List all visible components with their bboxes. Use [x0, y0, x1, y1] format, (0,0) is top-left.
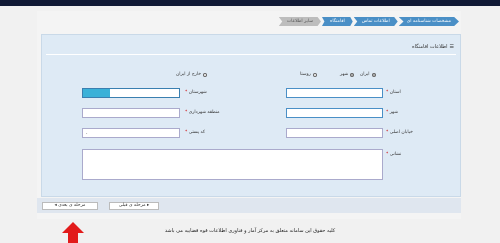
- municipal-zone-label: * منطقه شهرداری: [185, 110, 220, 115]
- province-select[interactable]: [286, 88, 383, 98]
- address-label: * نشانی: [386, 152, 402, 157]
- wizard-tabs: مشخصات شناسنامه ای اطلاعات تماس اقامتگاه…: [278, 17, 459, 26]
- main-street-label: * خیابان اصلی: [386, 130, 413, 135]
- postal-code-input[interactable]: .: [82, 128, 180, 138]
- next-step-label: مرحله ی بعدی: [58, 203, 86, 208]
- city-county-label: * شهرستان: [185, 90, 207, 95]
- tab-identity[interactable]: مشخصات شناسنامه ای: [398, 17, 459, 26]
- button-bar: [37, 198, 461, 213]
- prev-step-label: مرحله ی قبلی: [118, 203, 146, 208]
- list-icon: ☰: [449, 44, 454, 50]
- form-title-text: اطلاعات اقامتگاه: [411, 44, 448, 50]
- city-select[interactable]: [286, 108, 383, 118]
- radio-iran[interactable]: ایران: [360, 72, 376, 77]
- chevron-left-icon: ◂: [54, 203, 57, 208]
- red-arrow-stem: [68, 232, 78, 243]
- radio-abroad[interactable]: خارج از ایران: [176, 72, 208, 77]
- radio-village[interactable]: روستا: [300, 72, 317, 77]
- radio-abroad-label: خارج از ایران: [176, 72, 202, 77]
- province-label: * استان: [386, 90, 401, 95]
- postal-code-label: * کد پستی: [185, 130, 205, 135]
- prev-step-button[interactable]: مرحله ی قبلی ▸: [109, 202, 159, 210]
- radio-iran-label: ایران: [360, 72, 370, 77]
- radio-city-circle[interactable]: [350, 72, 355, 77]
- form-title: اطلاعات اقامتگاه ☰: [412, 44, 454, 50]
- tab-other[interactable]: سایر اطلاعات: [278, 17, 321, 26]
- address-textarea[interactable]: [82, 149, 383, 180]
- radio-village-label: روستا: [300, 72, 311, 77]
- radio-iran-circle[interactable]: [371, 72, 376, 77]
- main-street-input[interactable]: [286, 128, 383, 138]
- divider: [46, 54, 456, 55]
- radio-village-circle[interactable]: [312, 72, 317, 77]
- tab-residence[interactable]: اقامتگاه: [321, 17, 353, 26]
- city-county-select[interactable]: [82, 88, 180, 98]
- chevron-right-icon: ▸: [146, 203, 150, 208]
- next-step-button[interactable]: ◂ مرحله ی بعدی: [42, 202, 98, 210]
- radio-city[interactable]: شهر: [340, 72, 355, 77]
- top-navbar: [0, 0, 500, 6]
- radio-city-label: شهر: [340, 72, 349, 77]
- municipal-zone-input[interactable]: [82, 108, 180, 118]
- tab-contact[interactable]: اطلاعات تماس: [353, 17, 398, 26]
- radio-abroad-circle[interactable]: [203, 72, 208, 77]
- city-label: * شهر: [386, 110, 399, 115]
